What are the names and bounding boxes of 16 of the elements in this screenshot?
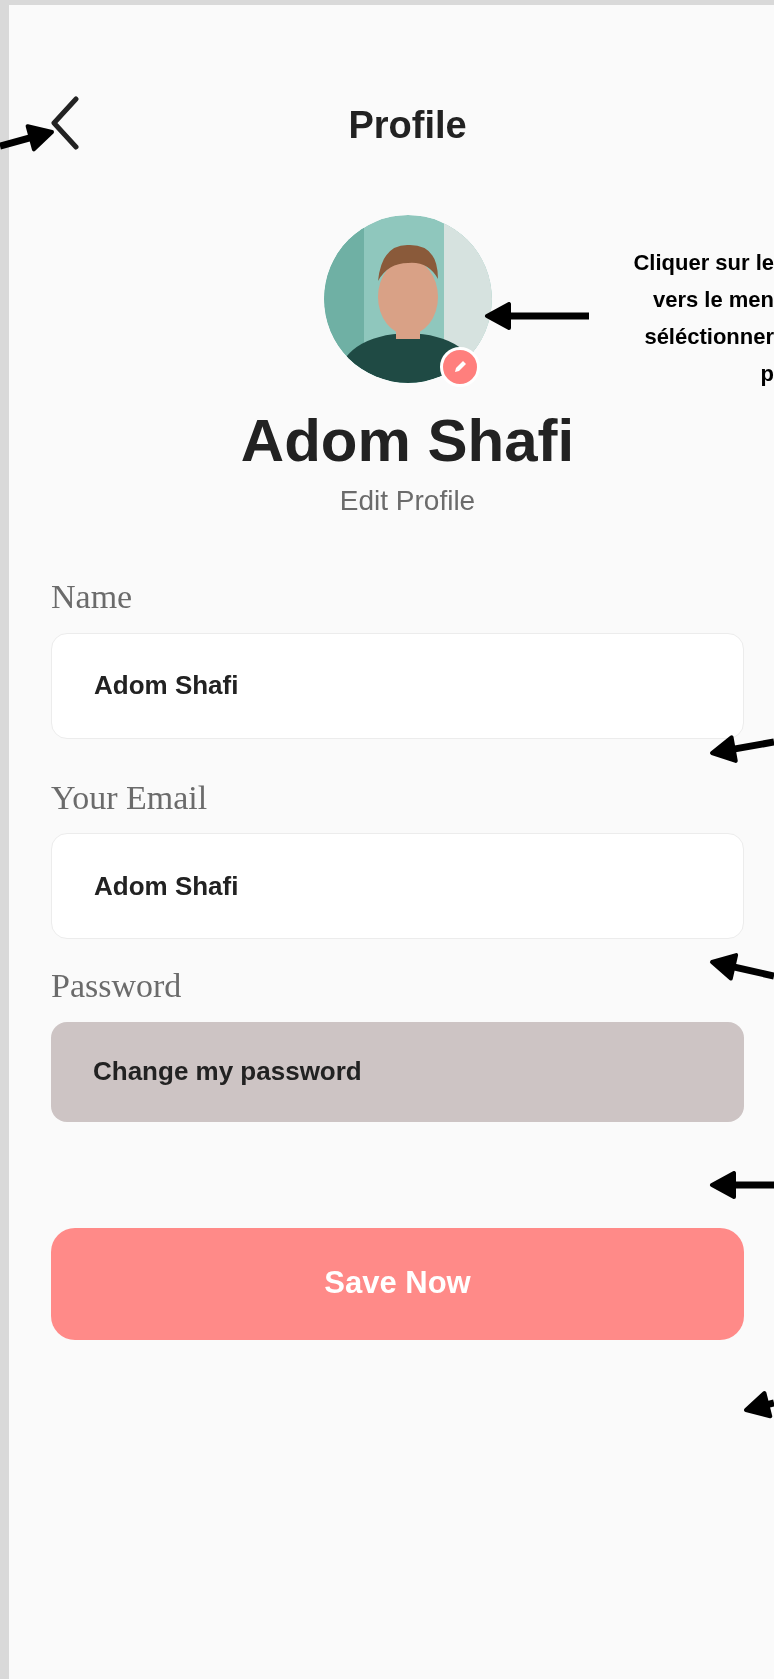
pencil-icon — [452, 360, 467, 374]
edit-avatar-button[interactable] — [439, 347, 480, 387]
annotation-text: p — [760, 360, 774, 388]
annotation-text: Cliquer sur le — [633, 249, 774, 277]
screen-title: Profile — [348, 103, 467, 148]
profile-name: Adom Shafi — [239, 406, 576, 476]
annotation-text: séléctionner — [644, 323, 774, 351]
field-label: Name — [51, 577, 134, 617]
text-field[interactable]: Adom Shafi — [51, 632, 744, 739]
annotation-text: vers le men — [652, 286, 774, 314]
field-label: Password — [51, 966, 183, 1006]
field-label: Your Email — [51, 777, 209, 818]
chevron-left-icon — [50, 96, 80, 150]
text-field[interactable]: Adom Shafi — [51, 833, 744, 939]
change-password-button[interactable]: Change my password — [51, 1021, 744, 1122]
profile-subtitle: Edit Profile — [338, 484, 477, 518]
